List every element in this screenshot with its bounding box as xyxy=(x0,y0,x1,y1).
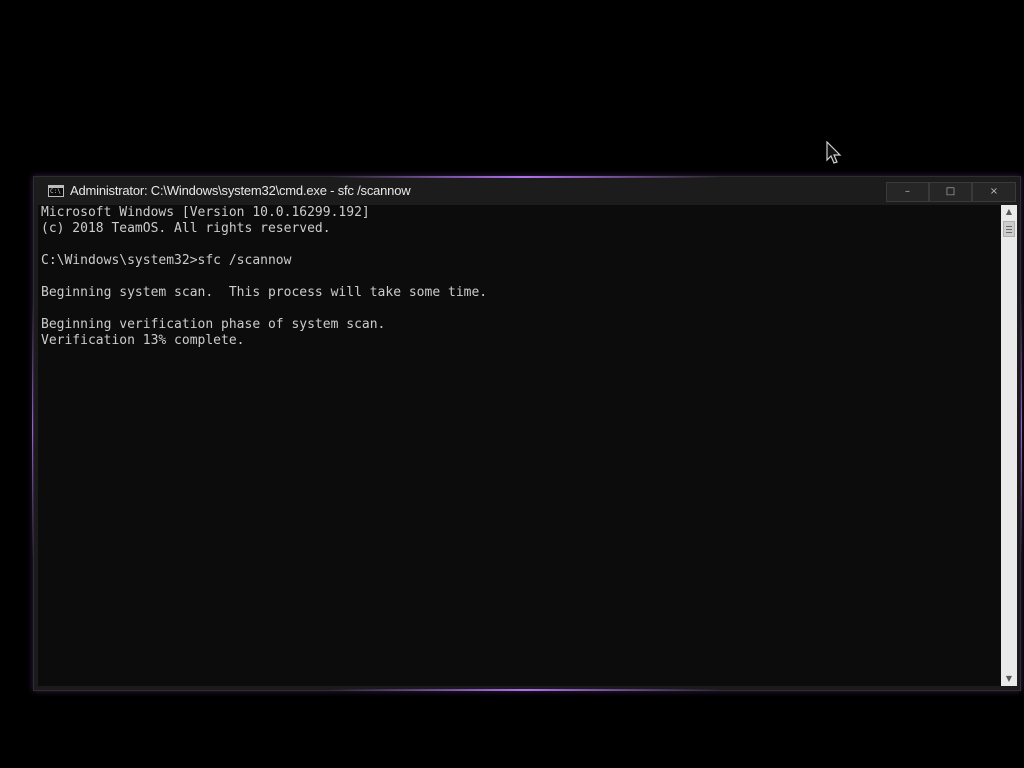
console-output[interactable]: Microsoft Windows [Version 10.0.16299.19… xyxy=(38,205,1001,686)
scroll-down-button[interactable]: ▼ xyxy=(1001,672,1017,686)
console-line: Beginning system scan. This process will… xyxy=(41,285,488,300)
desktop: C:\ Administrator: C:\Windows\system32\c… xyxy=(0,0,1024,768)
console-line: C:\Windows\system32>sfc /scannow xyxy=(41,253,292,268)
window-glow-top xyxy=(330,176,720,178)
scroll-thumb[interactable] xyxy=(1003,221,1015,237)
thumb-grip-line xyxy=(1006,226,1012,227)
window-title: Administrator: C:\Windows\system32\cmd.e… xyxy=(70,183,411,198)
close-icon: × xyxy=(989,186,999,197)
scroll-down-icon: ▼ xyxy=(1005,674,1013,683)
cmd-icon[interactable]: C:\ xyxy=(48,185,64,197)
title-bar[interactable]: C:\ Administrator: C:\Windows\system32\c… xyxy=(34,177,1020,205)
scroll-up-button[interactable]: ▲ xyxy=(1001,205,1017,219)
vertical-scrollbar[interactable]: ▲ ▼ xyxy=(1001,205,1017,686)
close-button[interactable]: × xyxy=(972,182,1016,202)
thumb-grip-line xyxy=(1006,229,1012,230)
window-glow-bottom xyxy=(330,689,720,691)
cmd-window: C:\ Administrator: C:\Windows\system32\c… xyxy=(33,176,1021,691)
maximize-icon: □ xyxy=(945,186,956,197)
mouse-pointer-icon xyxy=(826,141,842,164)
console-line: (c) 2018 TeamOS. All rights reserved. xyxy=(41,221,331,236)
console-line: Beginning verification phase of system s… xyxy=(41,317,386,332)
console-line: Microsoft Windows [Version 10.0.16299.19… xyxy=(41,205,370,220)
minimize-icon: – xyxy=(905,186,910,197)
cmd-icon-glyph: C:\ xyxy=(50,188,61,195)
maximize-button[interactable]: □ xyxy=(929,182,972,202)
scroll-up-icon: ▲ xyxy=(1005,207,1013,216)
thumb-grip-line xyxy=(1006,232,1012,233)
console-line: Verification 13% complete. xyxy=(41,333,245,348)
minimize-button[interactable]: – xyxy=(886,182,929,202)
caption-buttons: – □ × xyxy=(886,182,1016,202)
